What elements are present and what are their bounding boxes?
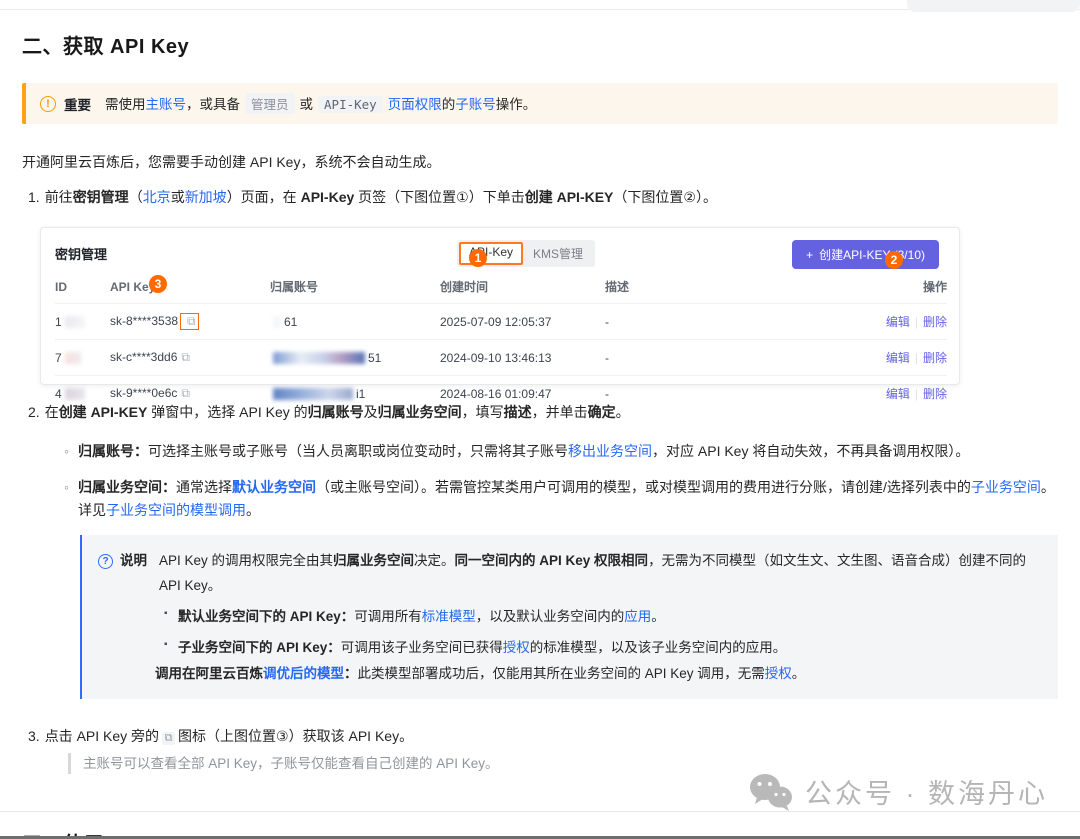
note-head: ? 说明 API Key 的调用权限完全由其归属业务空间决定。同一空间内的 AP… — [98, 549, 1040, 598]
created-time: 2024-09-10 13:46:13 — [440, 340, 605, 376]
col-desc: 描述 — [605, 268, 877, 304]
link-sub-workspace[interactable]: 子业务空间 — [971, 479, 1041, 495]
doc-content: 二、获取 API Key ! 重要 需使用主账号，或具备管理员或API-Key页… — [0, 30, 1080, 839]
key-description: - — [605, 340, 877, 376]
created-time: 2024-08-16 01:09:47 — [440, 376, 605, 412]
table-row: 7 sk-c****3dd6⧉ 51 2024-09-10 13:46:13 -… — [55, 340, 947, 376]
note-head-text: API Key 的调用权限完全由其归属业务空间决定。同一空间内的 API Key… — [159, 549, 1040, 598]
alert-label: 重要 — [64, 94, 91, 114]
step-1: 1.前往密钥管理（北京或新加坡）页面，在 API-Key 页签（下图位置①）下单… — [22, 187, 1058, 207]
annotation-circle-2: 2 — [885, 251, 903, 269]
table-row: 1 sk-8****3538⧉ 61 2025-07-09 12:05:37 -… — [55, 304, 947, 340]
edit-link[interactable]: 编辑 — [886, 351, 910, 365]
question-icon: ? — [98, 554, 113, 569]
redacted-id — [65, 316, 85, 328]
table-header-row: ID API Key 归属账号 创建时间 描述 操作 — [55, 268, 947, 304]
option-workspace: 归属业务空间：通常选择默认业务空间（或主账号空间）。若需管控某类用户可调用的模型… — [22, 476, 1058, 522]
created-time: 2025-07-09 12:05:37 — [440, 304, 605, 340]
key-description: - — [605, 376, 877, 412]
link-tuned-models[interactable]: 调优后的模型 — [263, 666, 344, 681]
step-3: 3.点击 API Key 旁的⧉图标（上图位置③）获取该 API Key。 主账… — [22, 726, 1058, 775]
note-label: 说明 — [120, 549, 147, 573]
link-remove-workspace[interactable]: 移出业务空间 — [568, 443, 652, 459]
link-standard-models[interactable]: 标准模型 — [422, 609, 476, 624]
edit-link[interactable]: 编辑 — [886, 387, 910, 401]
table-row: 4 sk-9****0e6c⧉ i1 2024-08-16 01:09:47 -… — [55, 376, 947, 412]
link-authorization[interactable]: 授权 — [765, 666, 792, 681]
redacted-account — [273, 352, 365, 364]
copy-icon[interactable]: ⧉ — [181, 386, 190, 401]
col-account: 归属账号 — [270, 268, 440, 304]
link-authorization[interactable]: 授权 — [503, 640, 530, 655]
link-main-account[interactable]: 主账号 — [146, 97, 187, 112]
redacted-account — [273, 388, 353, 400]
badge-apikey: API-Key — [318, 96, 383, 113]
col-id: ID — [55, 268, 110, 304]
api-key-value: sk-c****3dd6 — [110, 350, 177, 364]
note-box: ? 说明 API Key 的调用权限完全由其归属业务空间决定。同一空间内的 AP… — [80, 535, 1058, 698]
api-key-table: ID API Key 归属账号 创建时间 描述 操作 1 sk-8****353… — [55, 268, 947, 411]
link-page-permission[interactable]: 页面权限 — [388, 97, 442, 112]
redacted-id — [65, 352, 81, 364]
api-key-value: sk-9****0e6c — [110, 386, 177, 400]
important-alert: ! 重要 需使用主账号，或具备管理员或API-Key页面权限的子账号操作。 — [22, 83, 1058, 124]
tab-kms[interactable]: KMS管理 — [523, 242, 593, 265]
wechat-icon — [749, 773, 793, 811]
note-bullet-sub-space: 子业务空间下的 API Key：可调用该子业务空间已获得授权的标准模型，以及该子… — [98, 636, 1040, 660]
console-header: 密钥管理 API-Key KMS管理 +创建API-KEY (3/10) — [55, 240, 945, 266]
delete-link[interactable]: 删除 — [923, 387, 947, 401]
option-list: 归属账号：可选择主账号或子账号（当人员离职或岗位变动时，只需将其子账号移出业务空… — [22, 440, 1058, 522]
console-screenshot: 密钥管理 API-Key KMS管理 +创建API-KEY (3/10) 1 2… — [40, 227, 960, 385]
copy-icon: ⧉ — [162, 732, 175, 745]
console-title: 密钥管理 — [55, 244, 107, 263]
col-ops: 操作 — [877, 268, 947, 304]
tab-api-key[interactable]: API-Key — [459, 242, 523, 265]
section-divider — [0, 811, 1080, 812]
annotation-circle-3: 3 — [149, 275, 167, 293]
option-owner-account: 归属账号：可选择主账号或子账号（当人员离职或岗位变动时，只需将其子账号移出业务空… — [22, 440, 1058, 463]
link-sub-account[interactable]: 子账号 — [455, 97, 496, 112]
note-tuned-model-line: 调用在阿里云百炼调优后的模型：此类模型部署成功后，仅能用其所在业务空间的 API… — [98, 662, 1040, 686]
note-bullet-default-space: 默认业务空间下的 API Key：可调用所有标准模型，以及默认业务空间内的应用。 — [98, 605, 1040, 629]
section-title-get-api-key: 二、获取 API Key — [22, 30, 1058, 59]
col-api-key: API Key — [110, 268, 270, 304]
alert-text: 需使用主账号，或具备管理员或API-Key页面权限的子账号操作。 — [105, 93, 536, 114]
redacted-account — [273, 316, 281, 328]
link-applications[interactable]: 应用 — [624, 609, 651, 624]
link-beijing[interactable]: 北京 — [143, 189, 171, 205]
api-key-value: sk-8****3538 — [110, 314, 178, 328]
redacted-id — [65, 388, 85, 400]
watermark: 公众号 · 数海丹心 — [749, 772, 1048, 811]
col-created: 创建时间 — [440, 268, 605, 304]
plus-icon: + — [806, 248, 813, 262]
link-sub-workspace-model-call[interactable]: 子业务空间的模型调用 — [106, 502, 246, 518]
annotation-circle-1: 1 — [469, 249, 487, 267]
delete-link[interactable]: 删除 — [923, 351, 947, 365]
link-default-workspace[interactable]: 默认业务空间 — [232, 479, 316, 495]
watermark-text: 公众号 · 数海丹心 — [805, 772, 1048, 811]
delete-link[interactable]: 删除 — [923, 315, 947, 329]
copy-icon[interactable]: ⧉ — [187, 314, 196, 329]
copy-icon[interactable]: ⧉ — [181, 350, 190, 365]
floating-toolbar-fragment — [907, 0, 1080, 12]
create-api-key-button[interactable]: +创建API-KEY (3/10) — [792, 240, 939, 269]
key-description: - — [605, 304, 877, 340]
warning-icon: ! — [40, 96, 56, 112]
badge-admin: 管理员 — [245, 93, 295, 114]
link-singapore[interactable]: 新加坡 — [185, 189, 227, 205]
annotation-box-copy: ⧉ — [180, 313, 199, 330]
edit-link[interactable]: 编辑 — [886, 315, 910, 329]
intro-paragraph: 开通阿里云百炼后，您需要手动创建 API Key，系统不会自动生成。 — [22, 152, 1058, 172]
